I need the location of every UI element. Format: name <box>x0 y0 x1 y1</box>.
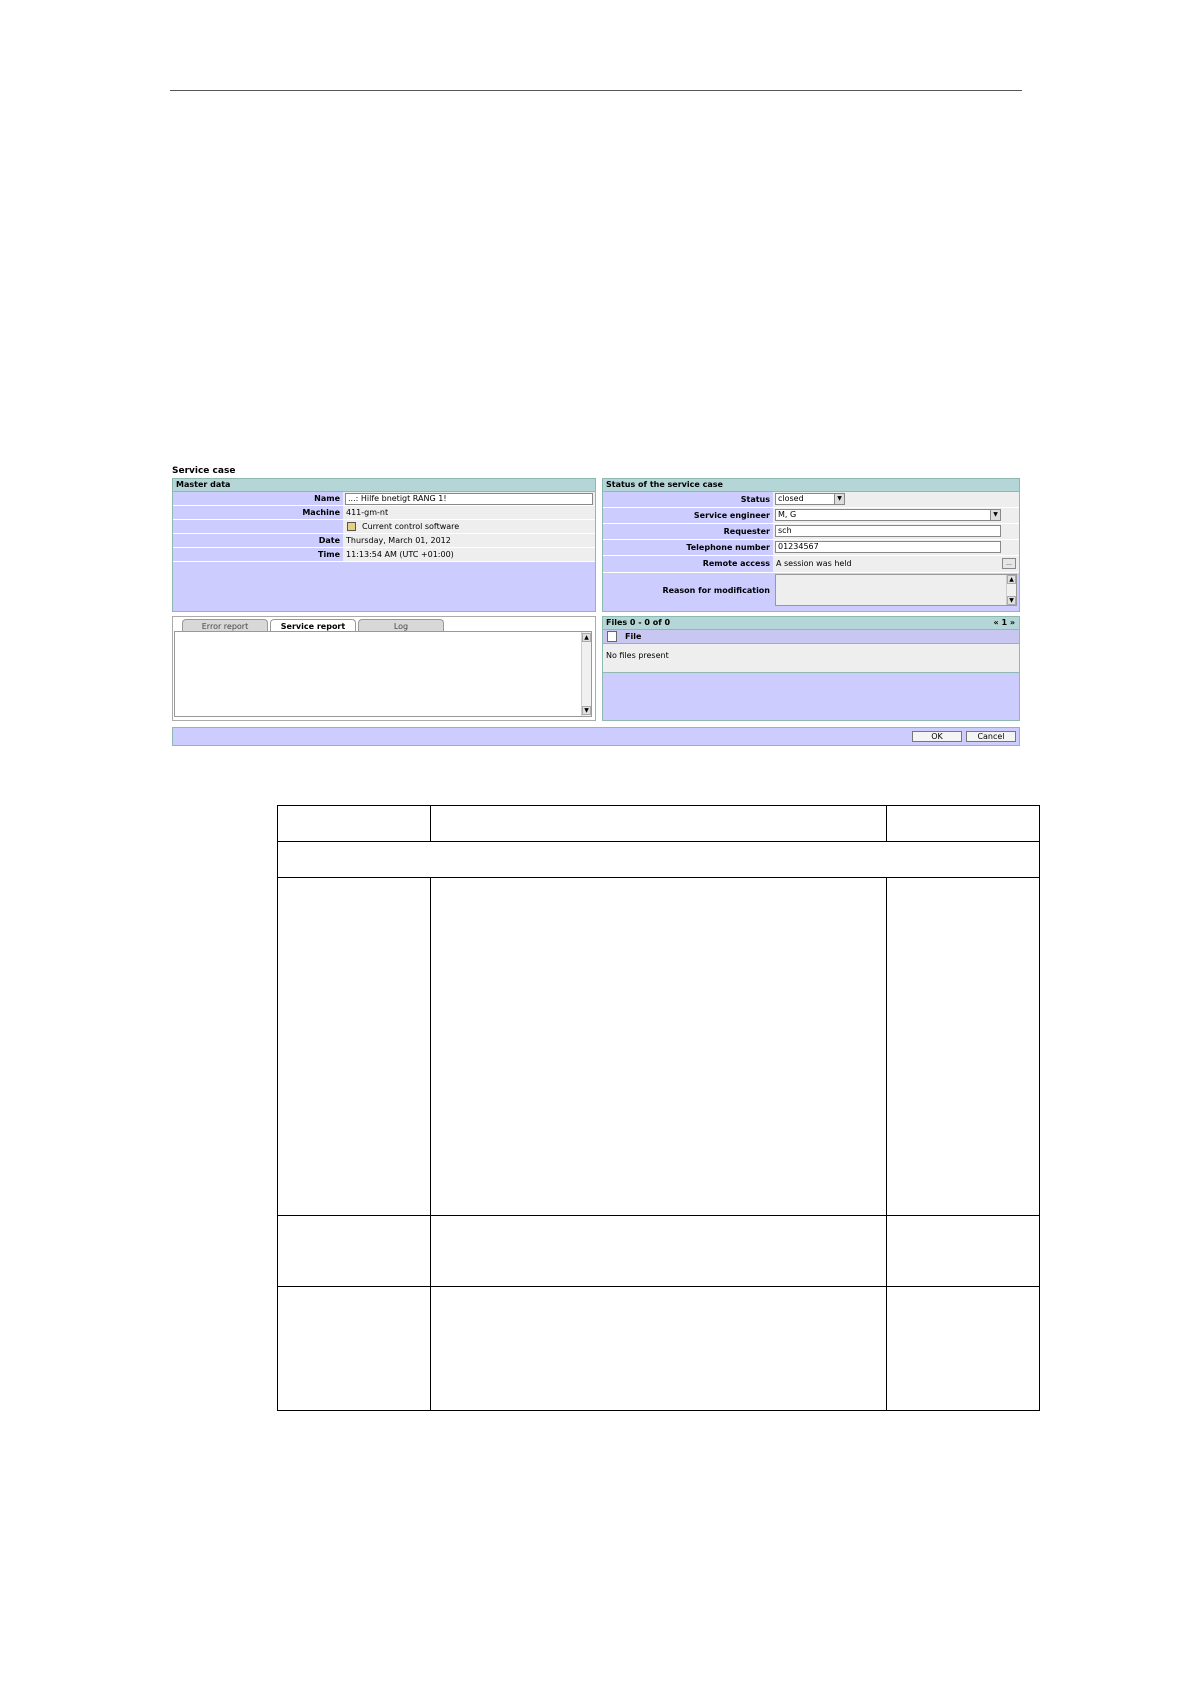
table-cell <box>886 804 1040 843</box>
table-cell <box>277 1285 431 1412</box>
field-telephone: Telephone number 01234567 <box>603 540 1019 556</box>
scroll-down-icon[interactable]: ▼ <box>582 706 591 715</box>
name-input[interactable]: ...: Hilfe bnetigt RANG 1! <box>345 493 593 505</box>
table-cell <box>430 1285 887 1412</box>
files-pager[interactable]: « 1 » <box>994 617 1015 629</box>
chevron-down-icon: ▼ <box>990 510 1000 520</box>
field-time: Time 11:13:54 AM (UTC +01:00) <box>173 548 595 562</box>
files-empty-message: No files present <box>603 644 1019 673</box>
table-cell <box>430 1214 887 1287</box>
checkbox-icon[interactable] <box>347 522 356 531</box>
cancel-button[interactable]: Cancel <box>966 731 1016 742</box>
field-reason-for-modification: Reason for modification ▲ ▼ <box>603 573 1019 609</box>
files-column-header: File <box>603 630 1019 644</box>
scroll-up-icon[interactable]: ▲ <box>1007 575 1016 584</box>
field-requester: Requester sch <box>603 524 1019 540</box>
field-name: Name ...: Hilfe bnetigt RANG 1! <box>173 492 595 506</box>
table-cell <box>277 804 431 843</box>
reason-scrollbar[interactable]: ▲ ▼ <box>1006 575 1016 605</box>
service-case-title: Service case <box>172 466 236 476</box>
master-data-header: Master data <box>173 479 595 492</box>
telephone-input[interactable]: 01234567 <box>775 541 1001 553</box>
service-engineer-select[interactable]: M, G ▼ <box>775 509 1001 521</box>
table-cell <box>277 877 431 1216</box>
service-report-textarea[interactable]: ▲ ▼ <box>174 631 592 717</box>
table-row <box>277 877 1040 1216</box>
status-panel: Status of the service case Status closed… <box>602 478 1020 612</box>
table-cell <box>277 841 1040 879</box>
field-date: Date Thursday, March 01, 2012 <box>173 534 595 548</box>
table-cell <box>430 877 887 1216</box>
field-remote-access: Remote access A session was held … <box>603 556 1019 573</box>
field-status: Status closed ▼ <box>603 492 1019 508</box>
table-cell <box>886 1285 1040 1412</box>
table-row <box>277 1214 1040 1287</box>
table-cell <box>886 877 1040 1216</box>
field-machine: Machine 411-gm-nt <box>173 506 595 520</box>
service-case-screenshot: Service case Master data Name ...: Hilfe… <box>172 466 1020 746</box>
scroll-down-icon[interactable]: ▼ <box>1007 596 1016 605</box>
status-header: Status of the service case <box>603 479 1019 492</box>
table-row <box>277 1285 1040 1412</box>
footer-bar: OK Cancel <box>172 727 1020 746</box>
ok-button[interactable]: OK <box>912 731 962 742</box>
report-scrollbar[interactable]: ▲ ▼ <box>581 632 591 716</box>
table-cell <box>430 804 887 843</box>
table-cell <box>277 1214 431 1287</box>
document-table <box>277 804 1040 1412</box>
field-control-software: Current control software <box>173 520 595 534</box>
files-panel: Files 0 - 0 of 0 « 1 » File No files pre… <box>602 616 1020 721</box>
reason-textarea[interactable]: ▲ ▼ <box>775 574 1017 606</box>
table-cell <box>886 1214 1040 1287</box>
master-data-panel: Master data Name ...: Hilfe bnetigt RANG… <box>172 478 596 612</box>
field-service-engineer: Service engineer M, G ▼ <box>603 508 1019 524</box>
table-header-row <box>277 804 1040 843</box>
scroll-up-icon[interactable]: ▲ <box>582 633 591 642</box>
files-header: Files 0 - 0 of 0 « 1 » <box>603 617 1019 630</box>
remote-access-button[interactable]: … <box>1002 558 1016 569</box>
page-header-rule <box>170 90 1022 91</box>
table-span-row <box>277 841 1040 879</box>
file-icon <box>607 631 617 642</box>
chevron-down-icon: ▼ <box>834 494 844 504</box>
requester-input[interactable]: sch <box>775 525 1001 537</box>
status-select[interactable]: closed ▼ <box>775 493 845 505</box>
